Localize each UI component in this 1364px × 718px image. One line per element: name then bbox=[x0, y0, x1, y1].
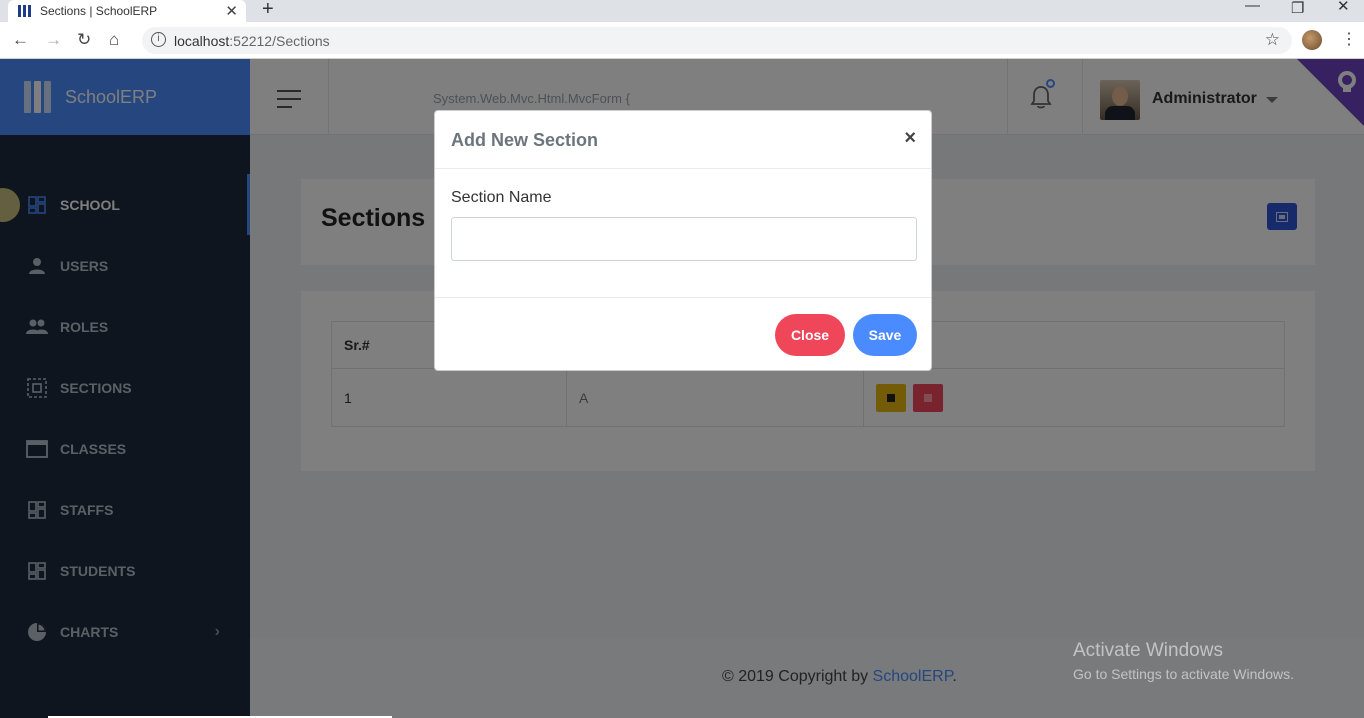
new-tab-icon[interactable]: + bbox=[262, 0, 274, 21]
url-field[interactable]: i localhost:52212/Sections ☆ bbox=[142, 27, 1292, 54]
watermark-subtitle: Go to Settings to activate Windows. bbox=[1073, 666, 1294, 682]
activate-windows-watermark: Activate Windows Go to Settings to activ… bbox=[1073, 640, 1294, 682]
browser-profile-avatar[interactable] bbox=[1302, 30, 1322, 50]
tab-close-icon[interactable]: ✕ bbox=[225, 2, 238, 20]
browser-menu-icon[interactable]: ⋮ bbox=[1341, 29, 1357, 49]
bookmark-star-icon[interactable]: ☆ bbox=[1265, 30, 1280, 50]
save-button[interactable]: Save bbox=[853, 314, 917, 356]
reload-icon[interactable]: ↻ bbox=[77, 30, 91, 50]
favicon-icon bbox=[18, 5, 32, 17]
browser-tab[interactable]: Sections | SchoolERP ✕ bbox=[8, 0, 246, 22]
url-text: localhost:52212/Sections bbox=[174, 33, 330, 49]
close-icon[interactable]: × bbox=[904, 127, 916, 150]
tab-title: Sections | SchoolERP bbox=[40, 4, 158, 18]
maximize-icon[interactable]: ❐ bbox=[1291, 0, 1304, 17]
site-info-icon[interactable]: i bbox=[151, 32, 166, 47]
minimize-icon[interactable]: — bbox=[1245, 0, 1260, 14]
watermark-title: Activate Windows bbox=[1073, 640, 1223, 661]
section-name-label: Section Name bbox=[451, 189, 552, 206]
browser-tab-bar: Sections | SchoolERP ✕ + — ❐ ✕ bbox=[0, 0, 1364, 22]
forward-icon[interactable]: → bbox=[45, 30, 62, 50]
modal-footer: Close Save bbox=[435, 297, 931, 372]
window-close-icon[interactable]: ✕ bbox=[1337, 0, 1350, 15]
back-icon[interactable]: ← bbox=[12, 30, 29, 50]
add-section-modal: Add New Section × Section Name Close Sav… bbox=[434, 110, 932, 371]
home-icon[interactable]: ⌂ bbox=[109, 30, 119, 50]
section-name-input[interactable] bbox=[451, 217, 917, 261]
modal-title: Add New Section bbox=[451, 130, 599, 150]
close-button[interactable]: Close bbox=[775, 314, 845, 356]
address-bar: ← → ↻ ⌂ i localhost:52212/Sections ☆ ⋮ bbox=[0, 22, 1364, 59]
modal-header: Add New Section × bbox=[435, 111, 931, 169]
